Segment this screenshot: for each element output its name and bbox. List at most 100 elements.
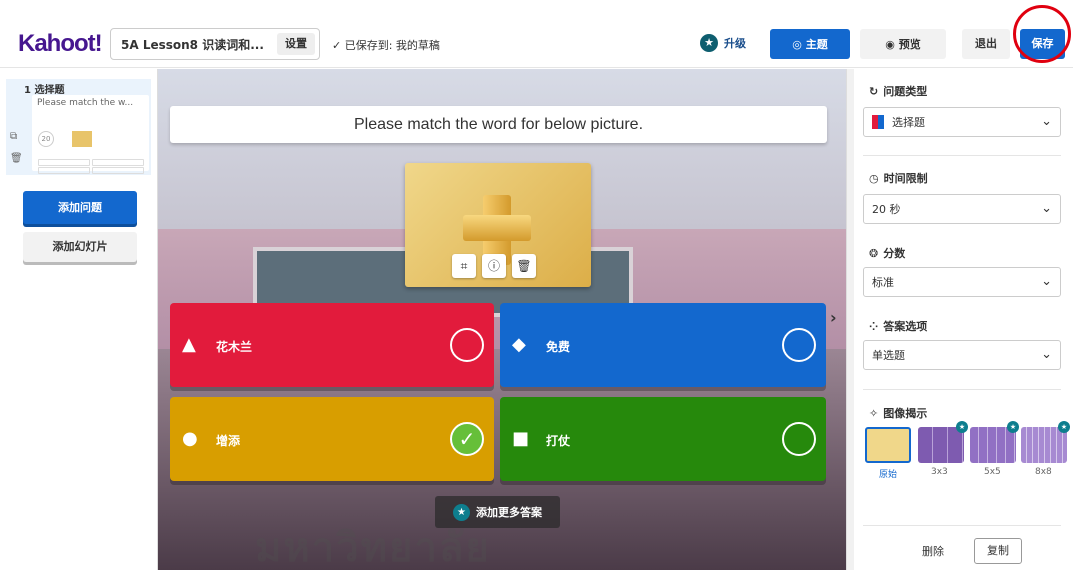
- star-icon: ★: [700, 34, 718, 52]
- slide-question: Please match the w...: [37, 98, 134, 108]
- chevron-down-icon: ⌄: [1041, 201, 1052, 216]
- canvas-scrollbar[interactable]: [846, 69, 854, 570]
- lock-icon: ★: [1058, 421, 1070, 433]
- circle-icon: ●: [182, 428, 198, 449]
- info-icon[interactable]: ⓘ: [482, 254, 506, 278]
- time-limit-value: 20 秒: [872, 203, 901, 216]
- crop-icon[interactable]: ⌗: [452, 254, 476, 278]
- correct-toggle[interactable]: [782, 328, 816, 362]
- correct-check-icon[interactable]: ✓: [450, 422, 484, 456]
- question-type-label: 问题类型: [883, 85, 928, 98]
- highlight-circle: [1013, 5, 1071, 63]
- add-question-button[interactable]: 添加问题: [23, 191, 137, 224]
- image-reveal-heading: ✧ 图像揭示: [869, 405, 927, 421]
- trash-icon[interactable]: 🗑: [512, 254, 536, 278]
- kahoot-logo[interactable]: Kahoot!: [18, 30, 103, 58]
- sparkle-icon: ✧: [869, 406, 879, 420]
- chevron-down-icon: ⌄: [1041, 274, 1052, 289]
- answer-red[interactable]: ▲ 花木兰: [170, 303, 494, 387]
- time-limit-label: 时间限制: [883, 172, 928, 185]
- top-bar: Kahoot! 5A Lesson8 识读词和... 设置 ✓ 已保存到: 我的…: [0, 20, 1073, 68]
- slide-item[interactable]: 1 选择题 ⧉ 🗑 Please match the w... 20: [6, 79, 151, 175]
- lock-icon: ★: [956, 421, 968, 433]
- slide-thumbnail: Please match the w... 20: [32, 95, 149, 174]
- upgrade-button[interactable]: ★ 升级: [700, 34, 746, 52]
- palette-icon: ◎: [792, 37, 802, 51]
- grid-icon: ⁘: [869, 319, 879, 333]
- question-input[interactable]: Please match the word for below picture.: [170, 106, 827, 143]
- slide-answer-line: [38, 167, 90, 174]
- answer-yellow[interactable]: ● 增添 ✓: [170, 397, 494, 481]
- delete-slide-icon[interactable]: 🗑: [10, 153, 23, 164]
- triangle-icon: ▲: [182, 334, 196, 355]
- image-toolbar: ⌗ ⓘ 🗑: [452, 254, 536, 278]
- correct-toggle[interactable]: [782, 422, 816, 456]
- quiz-type-icon: [872, 115, 884, 129]
- saved-status: ✓ 已保存到: 我的草稿: [332, 39, 440, 52]
- lock-icon: ★: [1007, 421, 1019, 433]
- question-image[interactable]: ⌗ ⓘ 🗑: [405, 163, 591, 287]
- square-icon: ■: [512, 428, 530, 449]
- duplicate-slide-icon[interactable]: ⧉: [10, 131, 17, 142]
- points-heading: ❂ 分数: [869, 245, 905, 261]
- settings-panel: ↻ 问题类型 选择题 ⌄ ◷ 时间限制 20 秒 ⌄ ❂ 分数 标准 ⌄ ⁘ 答…: [855, 69, 1073, 570]
- delete-button[interactable]: 删除: [922, 543, 944, 559]
- plus-image-horizontal: [463, 215, 531, 241]
- divider: [863, 525, 1061, 526]
- points-value: 标准: [872, 276, 894, 289]
- reveal-option-8x8[interactable]: [1021, 427, 1067, 463]
- preview-label: 预览: [898, 38, 921, 51]
- settings-button[interactable]: 设置: [277, 33, 315, 55]
- preview-button[interactable]: ◉ 预览: [860, 29, 946, 59]
- add-slide-button[interactable]: 添加幻灯片: [23, 232, 137, 262]
- question-type-value: 选择题: [892, 116, 925, 129]
- divider: [863, 389, 1061, 390]
- slide-number: 1 选择题: [24, 85, 65, 96]
- answer-options-value: 单选题: [872, 349, 905, 362]
- chevron-right-icon[interactable]: ›: [830, 308, 837, 327]
- reveal-option-5x5[interactable]: [970, 427, 1016, 463]
- refresh-icon: ↻: [869, 84, 879, 98]
- reveal-label-3x3: 3x3: [931, 467, 948, 477]
- time-limit-select[interactable]: 20 秒 ⌄: [863, 194, 1061, 224]
- answer-text: 免费: [546, 340, 571, 354]
- watermark: มหาวิทยาลัย: [255, 524, 491, 571]
- reveal-option-original[interactable]: [865, 427, 911, 463]
- answer-text: 打仗: [546, 434, 571, 448]
- slide-answer-line: [38, 159, 90, 166]
- question-type-select[interactable]: 选择题 ⌄: [863, 107, 1061, 137]
- answer-blue[interactable]: ◆ 免费: [500, 303, 826, 387]
- points-select[interactable]: 标准 ⌄: [863, 267, 1061, 297]
- clock-icon: ◷: [869, 171, 879, 185]
- theme-label: 主题: [805, 38, 828, 51]
- reveal-label-8x8: 8x8: [1035, 467, 1052, 477]
- correct-toggle[interactable]: [450, 328, 484, 362]
- duplicate-button[interactable]: 复制: [974, 538, 1022, 564]
- answer-text: 花木兰: [216, 340, 253, 354]
- answer-options-select[interactable]: 单选题 ⌄: [863, 340, 1061, 370]
- reveal-option-3x3[interactable]: [918, 427, 964, 463]
- answer-options-label: 答案选项: [883, 320, 928, 333]
- divider: [863, 155, 1061, 156]
- answer-green[interactable]: ■ 打仗: [500, 397, 826, 481]
- eye-icon: ◉: [885, 37, 895, 51]
- question-type-heading: ↻ 问题类型: [869, 83, 927, 99]
- answer-text: 增添: [216, 434, 241, 448]
- slide-image: [72, 131, 92, 147]
- quiz-title: 5A Lesson8 识读词和...: [121, 37, 264, 52]
- medal-icon: ❂: [869, 246, 879, 260]
- slide-list-panel: 1 选择题 ⧉ 🗑 Please match the w... 20 添加问题 …: [0, 69, 158, 570]
- quiz-title-field[interactable]: 5A Lesson8 识读词和... 设置: [110, 28, 320, 60]
- reveal-label-5x5: 5x5: [984, 467, 1001, 477]
- chevron-down-icon: ⌄: [1041, 114, 1052, 129]
- points-label: 分数: [883, 247, 906, 260]
- upgrade-label: 升级: [724, 37, 746, 50]
- exit-button[interactable]: 退出: [962, 29, 1010, 59]
- slide-time: 20: [38, 131, 54, 147]
- diamond-icon: ◆: [512, 334, 526, 355]
- theme-button[interactable]: ◎ 主题: [770, 29, 850, 59]
- slide-answer-line: [92, 159, 144, 166]
- reveal-label-original: 原始: [879, 470, 898, 480]
- answer-options-heading: ⁘ 答案选项: [869, 318, 927, 334]
- chevron-down-icon: ⌄: [1041, 347, 1052, 362]
